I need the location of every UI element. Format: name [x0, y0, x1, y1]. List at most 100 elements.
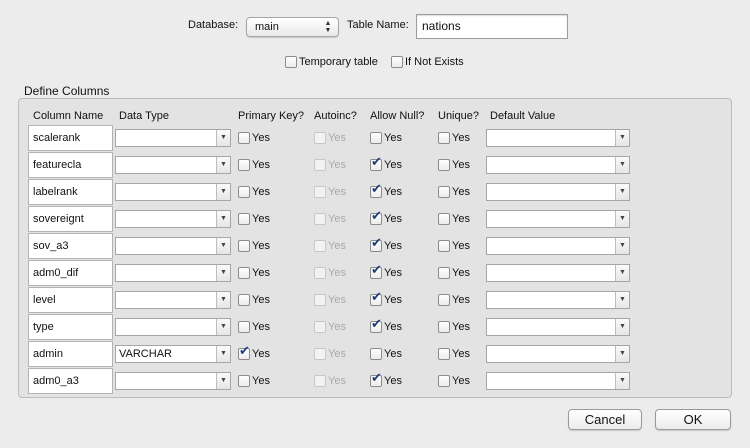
- primary-key-option[interactable]: Yes: [238, 266, 270, 280]
- data-type-combo[interactable]: ▼: [115, 372, 231, 390]
- data-type-combo[interactable]: ▼: [115, 129, 231, 147]
- unique-option[interactable]: Yes: [438, 374, 470, 388]
- primary-key-checkbox[interactable]: [238, 159, 250, 172]
- default-value-combo[interactable]: ▼: [486, 183, 630, 201]
- chevron-down-icon[interactable]: ▼: [615, 157, 629, 173]
- temporary-table-checkbox[interactable]: [285, 56, 297, 69]
- unique-option[interactable]: Yes: [438, 239, 470, 253]
- chevron-down-icon[interactable]: ▼: [216, 292, 230, 308]
- chevron-down-icon[interactable]: ▼: [216, 130, 230, 146]
- allow-null-checkbox[interactable]: [370, 372, 382, 388]
- data-type-combo[interactable]: ▼: [115, 318, 231, 336]
- default-value-combo[interactable]: ▼: [486, 156, 630, 174]
- unique-checkbox[interactable]: [438, 321, 450, 334]
- data-type-combo[interactable]: ▼: [115, 156, 231, 174]
- allow-null-option[interactable]: Yes: [370, 291, 402, 307]
- allow-null-checkbox[interactable]: [370, 318, 382, 334]
- allow-null-checkbox[interactable]: [370, 210, 382, 226]
- table-name-field[interactable]: nations: [416, 14, 568, 39]
- primary-key-checkbox[interactable]: [238, 345, 250, 361]
- allow-null-option[interactable]: Yes: [370, 237, 402, 253]
- column-name-field[interactable]: admin: [28, 341, 113, 367]
- primary-key-option[interactable]: Yes: [238, 158, 270, 172]
- primary-key-option[interactable]: Yes: [238, 239, 270, 253]
- chevron-down-icon[interactable]: ▼: [216, 319, 230, 335]
- unique-option[interactable]: Yes: [438, 320, 470, 334]
- unique-option[interactable]: Yes: [438, 131, 470, 145]
- if-not-exists-option[interactable]: If Not Exists: [391, 55, 464, 69]
- column-name-field[interactable]: type: [28, 314, 113, 340]
- primary-key-option[interactable]: Yes: [238, 320, 270, 334]
- data-type-combo[interactable]: ▼: [115, 264, 231, 282]
- default-value-combo[interactable]: ▼: [486, 237, 630, 255]
- default-value-combo[interactable]: ▼: [486, 264, 630, 282]
- primary-key-checkbox[interactable]: [238, 132, 250, 145]
- primary-key-checkbox[interactable]: [238, 267, 250, 280]
- chevron-down-icon[interactable]: ▼: [615, 265, 629, 281]
- ok-button[interactable]: OK: [655, 409, 731, 430]
- data-type-combo[interactable]: ▼: [115, 237, 231, 255]
- unique-option[interactable]: Yes: [438, 266, 470, 280]
- data-type-combo[interactable]: ▼: [115, 210, 231, 228]
- data-type-combo[interactable]: ▼: [115, 183, 231, 201]
- primary-key-option[interactable]: Yes: [238, 131, 270, 145]
- chevron-down-icon[interactable]: ▼: [615, 130, 629, 146]
- chevron-down-icon[interactable]: ▼: [216, 184, 230, 200]
- column-name-field[interactable]: labelrank: [28, 179, 113, 205]
- allow-null-option[interactable]: Yes: [370, 156, 402, 172]
- cancel-button[interactable]: Cancel: [568, 409, 642, 430]
- primary-key-option[interactable]: Yes: [238, 374, 270, 388]
- primary-key-checkbox[interactable]: [238, 321, 250, 334]
- unique-option[interactable]: Yes: [438, 158, 470, 172]
- chevron-down-icon[interactable]: ▼: [216, 211, 230, 227]
- allow-null-checkbox[interactable]: [370, 156, 382, 172]
- primary-key-checkbox[interactable]: [238, 240, 250, 253]
- chevron-down-icon[interactable]: ▼: [216, 346, 230, 362]
- unique-option[interactable]: Yes: [438, 212, 470, 226]
- database-select[interactable]: main ▲ ▼: [246, 17, 339, 37]
- allow-null-checkbox[interactable]: [370, 183, 382, 199]
- unique-checkbox[interactable]: [438, 240, 450, 253]
- allow-null-option[interactable]: Yes: [370, 264, 402, 280]
- chevron-down-icon[interactable]: ▼: [615, 373, 629, 389]
- allow-null-option[interactable]: Yes: [370, 318, 402, 334]
- allow-null-checkbox[interactable]: [370, 237, 382, 253]
- unique-option[interactable]: Yes: [438, 293, 470, 307]
- column-name-field[interactable]: adm0_a3: [28, 368, 113, 394]
- chevron-down-icon[interactable]: ▼: [615, 319, 629, 335]
- primary-key-checkbox[interactable]: [238, 213, 250, 226]
- default-value-combo[interactable]: ▼: [486, 372, 630, 390]
- allow-null-checkbox[interactable]: [370, 291, 382, 307]
- unique-checkbox[interactable]: [438, 267, 450, 280]
- data-type-combo[interactable]: ▼: [115, 291, 231, 309]
- primary-key-option[interactable]: Yes: [238, 293, 270, 307]
- allow-null-option[interactable]: Yes: [370, 210, 402, 226]
- allow-null-option[interactable]: Yes: [370, 183, 402, 199]
- column-name-field[interactable]: scalerank: [28, 125, 113, 151]
- primary-key-option[interactable]: Yes: [238, 185, 270, 199]
- column-name-field[interactable]: adm0_dif: [28, 260, 113, 286]
- chevron-down-icon[interactable]: ▼: [615, 211, 629, 227]
- unique-checkbox[interactable]: [438, 213, 450, 226]
- data-type-combo[interactable]: VARCHAR ▼: [115, 345, 231, 363]
- column-name-field[interactable]: sov_a3: [28, 233, 113, 259]
- chevron-down-icon[interactable]: ▼: [615, 346, 629, 362]
- unique-checkbox[interactable]: [438, 348, 450, 361]
- unique-option[interactable]: Yes: [438, 185, 470, 199]
- chevron-down-icon[interactable]: ▼: [615, 292, 629, 308]
- unique-checkbox[interactable]: [438, 159, 450, 172]
- column-name-field[interactable]: level: [28, 287, 113, 313]
- primary-key-option[interactable]: Yes: [238, 345, 270, 361]
- if-not-exists-checkbox[interactable]: [391, 56, 403, 69]
- chevron-down-icon[interactable]: ▼: [615, 184, 629, 200]
- temporary-table-option[interactable]: Temporary table: [285, 55, 378, 69]
- allow-null-checkbox[interactable]: [370, 264, 382, 280]
- column-name-field[interactable]: sovereignt: [28, 206, 113, 232]
- primary-key-checkbox[interactable]: [238, 186, 250, 199]
- default-value-combo[interactable]: ▼: [486, 129, 630, 147]
- chevron-down-icon[interactable]: ▼: [216, 373, 230, 389]
- allow-null-option[interactable]: Yes: [370, 347, 402, 361]
- unique-checkbox[interactable]: [438, 186, 450, 199]
- chevron-down-icon[interactable]: ▼: [216, 238, 230, 254]
- default-value-combo[interactable]: ▼: [486, 291, 630, 309]
